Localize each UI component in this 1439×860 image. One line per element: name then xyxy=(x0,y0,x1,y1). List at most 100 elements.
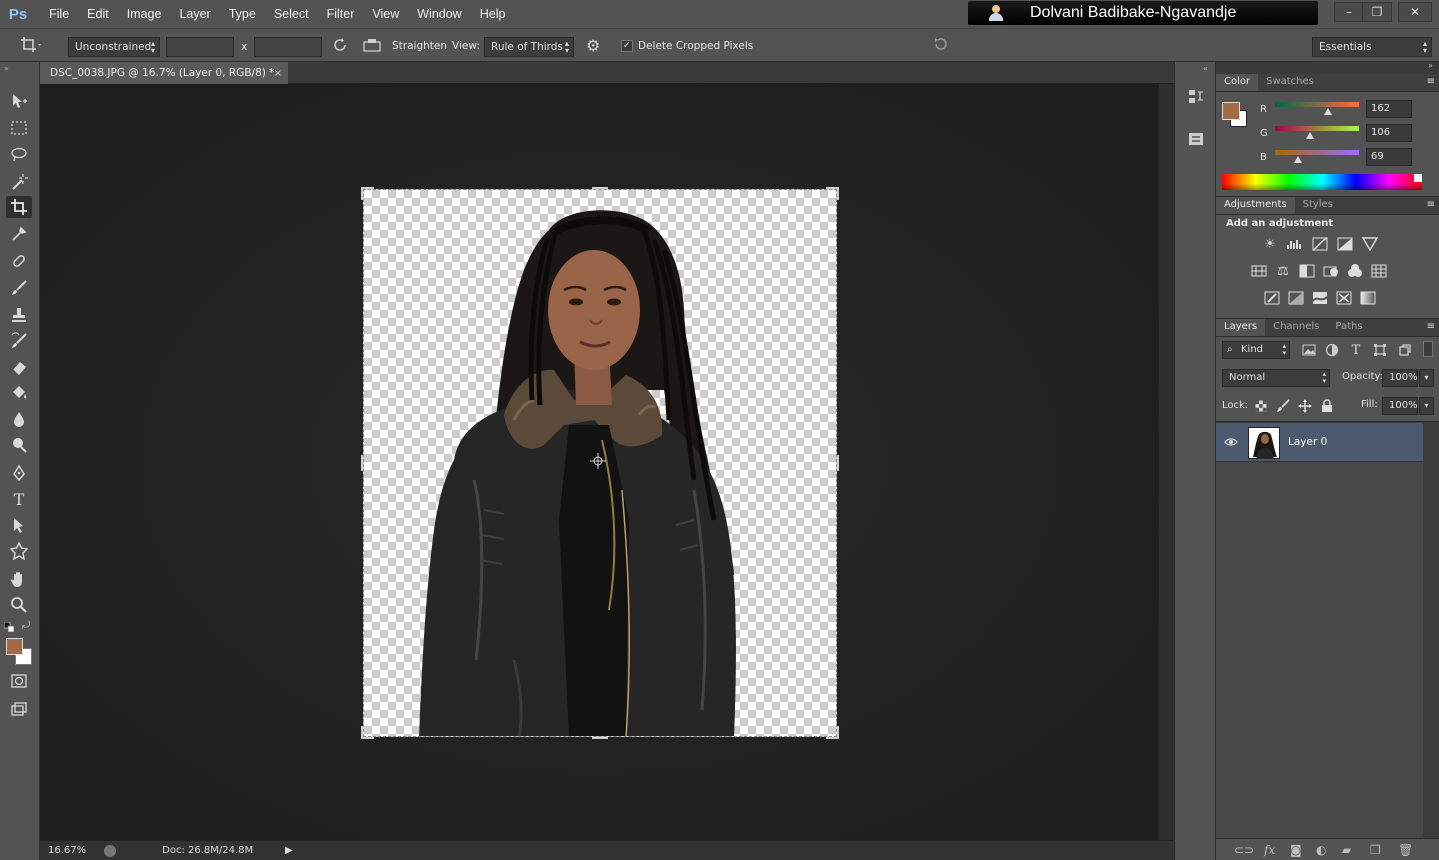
threshold-icon[interactable] xyxy=(1311,289,1329,307)
eyedropper-tool-icon[interactable] xyxy=(6,223,32,245)
menu-view[interactable]: View xyxy=(363,7,408,21)
layer-row[interactable]: Layer 0 xyxy=(1216,422,1423,462)
eraser-tool-icon[interactable] xyxy=(6,356,32,378)
layer-name[interactable]: Layer 0 xyxy=(1288,436,1327,448)
pen-tool-icon[interactable] xyxy=(6,462,32,484)
crop-tool-preset-icon[interactable] xyxy=(20,36,42,58)
move-tool-icon[interactable] xyxy=(6,90,32,112)
filter-toggle-switch[interactable] xyxy=(1423,341,1433,357)
menu-layer[interactable]: Layer xyxy=(170,7,219,21)
tab-color[interactable]: Color xyxy=(1216,74,1259,91)
crop-height-input[interactable] xyxy=(254,37,322,57)
channel-mixer-icon[interactable] xyxy=(1346,262,1364,280)
menu-image[interactable]: Image xyxy=(118,7,171,21)
color-panel-fg-swatch[interactable] xyxy=(1222,102,1240,120)
healing-brush-tool-icon[interactable] xyxy=(6,250,32,272)
crop-ratio-select[interactable]: Unconstrained ▴ ▾ xyxy=(68,37,160,57)
straighten-icon[interactable] xyxy=(363,37,381,57)
delete-cropped-checkbox[interactable]: ✓ xyxy=(621,40,633,52)
history-brush-tool-icon[interactable] xyxy=(6,330,32,352)
canvas-area[interactable] xyxy=(40,84,1158,840)
channel-r-thumb[interactable] xyxy=(1324,108,1333,115)
photo-filter-icon[interactable] xyxy=(1322,262,1340,280)
channel-b-slider[interactable] xyxy=(1275,150,1359,155)
color-balance-icon[interactable]: ⚖ xyxy=(1274,262,1292,280)
hand-tool-icon[interactable] xyxy=(6,568,32,590)
menu-window[interactable]: Window xyxy=(408,7,470,21)
color-spectrum-ramp[interactable] xyxy=(1222,174,1422,190)
add-mask-icon[interactable]: ◙ xyxy=(1290,843,1302,857)
gradient-map-icon[interactable] xyxy=(1359,289,1377,307)
hue-saturation-icon[interactable] xyxy=(1250,262,1268,280)
brush-tool-icon[interactable] xyxy=(6,277,32,299)
menu-edit[interactable]: Edit xyxy=(78,7,118,21)
menu-filter[interactable]: Filter xyxy=(318,7,364,21)
tab-channels[interactable]: Channels xyxy=(1265,319,1327,336)
menu-type[interactable]: Type xyxy=(220,7,265,21)
filter-smart-object-icon[interactable] xyxy=(1396,341,1414,359)
path-selection-tool-icon[interactable] xyxy=(6,514,32,536)
channel-b-thumb[interactable] xyxy=(1293,156,1302,163)
curves-icon[interactable] xyxy=(1311,235,1329,253)
collapse-dock-icon[interactable]: « xyxy=(1203,64,1208,73)
status-options-icon[interactable] xyxy=(104,844,117,857)
link-layers-icon[interactable]: ⊂⊃ xyxy=(1234,843,1254,857)
clear-rotate-icon[interactable] xyxy=(332,37,348,57)
reset-icon[interactable] xyxy=(932,36,950,56)
minimize-button[interactable]: – xyxy=(1334,2,1364,22)
lock-all-icon[interactable] xyxy=(1318,397,1336,415)
color-lookup-icon[interactable] xyxy=(1370,262,1388,280)
levels-icon[interactable] xyxy=(1286,235,1304,253)
magic-wand-tool-icon[interactable] xyxy=(6,171,32,193)
brightness-contrast-icon[interactable]: ☀ xyxy=(1261,235,1279,253)
blur-tool-icon[interactable] xyxy=(6,408,32,430)
zoom-tool-icon[interactable] xyxy=(6,594,32,616)
canvas-scrollbar[interactable] xyxy=(1158,84,1174,840)
quick-mask-icon[interactable] xyxy=(6,670,32,692)
channel-r-value[interactable]: 162 xyxy=(1366,100,1412,118)
crop-tool-icon[interactable] xyxy=(6,196,32,218)
channel-g-thumb[interactable] xyxy=(1305,132,1314,139)
opacity-dropdown-icon[interactable]: ▾ xyxy=(1419,369,1434,387)
menu-select[interactable]: Select xyxy=(265,7,318,21)
filter-type-icon[interactable]: T xyxy=(1347,341,1365,359)
filter-adjustment-icon[interactable] xyxy=(1323,341,1341,359)
new-layer-icon[interactable]: ❐ xyxy=(1370,843,1381,857)
selective-color-icon[interactable] xyxy=(1335,289,1353,307)
channel-r-slider[interactable] xyxy=(1275,102,1359,107)
lasso-tool-icon[interactable] xyxy=(6,144,32,166)
status-menu-arrow-icon[interactable]: ▶ xyxy=(285,845,293,856)
menu-help[interactable]: Help xyxy=(471,7,515,21)
panel-menu-icon[interactable]: ≡ xyxy=(1427,321,1435,332)
layer-style-icon[interactable]: fx xyxy=(1264,843,1275,857)
restore-button[interactable]: ❐ xyxy=(1362,2,1392,22)
layer-filter-select[interactable]: ⌕ Kind ▴ ▾ xyxy=(1222,341,1290,359)
close-document-icon[interactable]: × xyxy=(274,68,282,79)
new-group-icon[interactable]: ▰ xyxy=(1342,843,1351,857)
delete-layer-icon[interactable]: 🗑 xyxy=(1398,843,1413,857)
properties-panel-icon[interactable] xyxy=(1185,128,1207,150)
ramp-white-swatch[interactable] xyxy=(1414,174,1422,182)
filter-shape-icon[interactable] xyxy=(1371,341,1389,359)
dodge-tool-icon[interactable] xyxy=(6,434,32,456)
screen-mode-icon[interactable] xyxy=(6,698,32,720)
panel-menu-icon[interactable]: ≡ xyxy=(1427,199,1435,210)
custom-shape-tool-icon[interactable] xyxy=(6,540,32,562)
new-adjustment-layer-icon[interactable]: ◐ xyxy=(1316,843,1326,857)
gear-icon[interactable]: ⚙ xyxy=(586,36,600,55)
opacity-input[interactable]: 100% xyxy=(1382,369,1418,387)
tab-paths[interactable]: Paths xyxy=(1327,319,1370,336)
fill-dropdown-icon[interactable]: ▾ xyxy=(1419,397,1434,415)
black-white-icon[interactable] xyxy=(1298,262,1316,280)
channel-b-value[interactable]: 69 xyxy=(1366,148,1412,166)
exposure-icon[interactable] xyxy=(1336,235,1354,253)
history-panel-icon[interactable] xyxy=(1185,86,1207,108)
close-button[interactable]: ✕ xyxy=(1398,2,1432,22)
marquee-tool-icon[interactable] xyxy=(6,117,32,139)
tab-layers[interactable]: Layers xyxy=(1216,319,1266,336)
zoom-level[interactable]: 16.67% xyxy=(48,845,86,856)
straighten-button[interactable]: Straighten xyxy=(392,40,447,52)
channel-g-slider[interactable] xyxy=(1275,126,1359,131)
paint-bucket-tool-icon[interactable] xyxy=(6,382,32,404)
lock-position-icon[interactable] xyxy=(1296,397,1314,415)
